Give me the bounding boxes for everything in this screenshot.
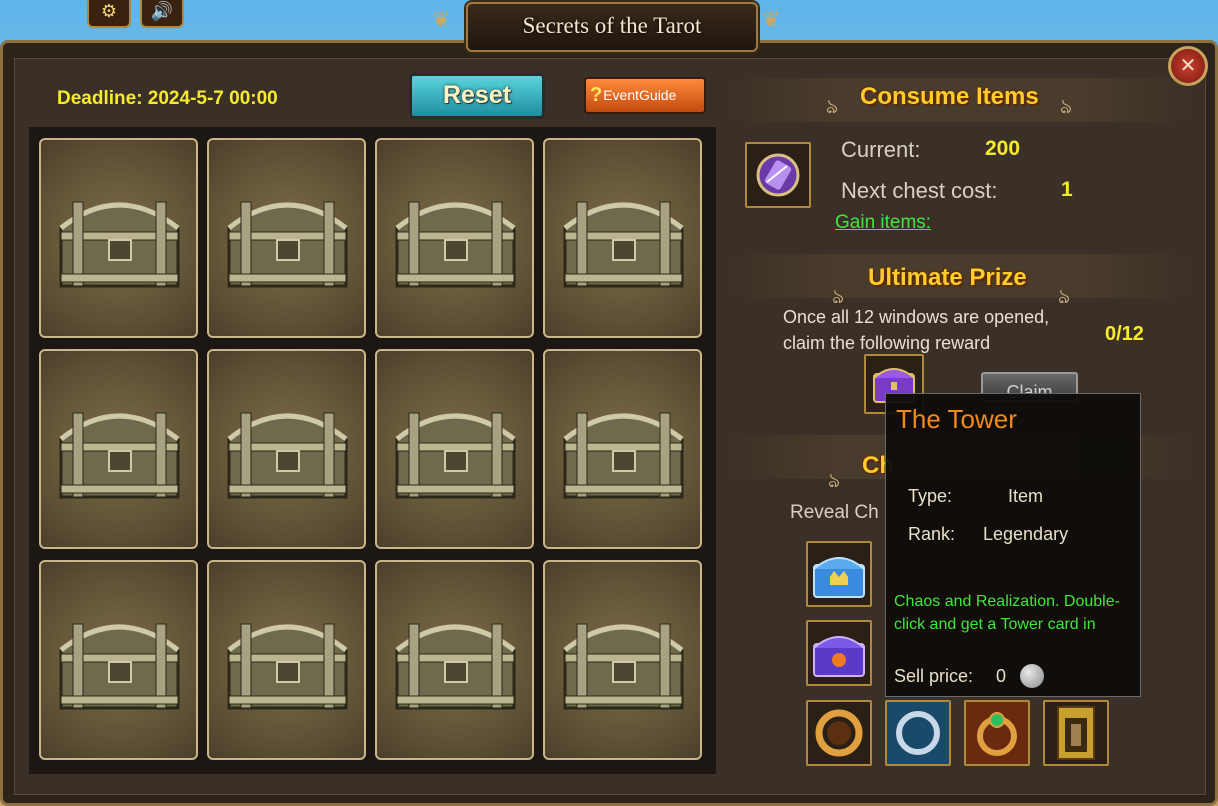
ultimate-progress: 0/12 bbox=[1105, 323, 1144, 345]
consume-title: Consume Items bbox=[860, 83, 1039, 110]
gear-icon: ⚙ bbox=[100, 1, 118, 22]
swirl-ornament: ঌ bbox=[828, 468, 841, 492]
current-label: Current: bbox=[841, 137, 921, 162]
reveal-text: Reveal Ch bbox=[790, 502, 879, 523]
window-title: Secrets of the Tarot bbox=[522, 13, 702, 38]
chest-window[interactable] bbox=[375, 349, 534, 549]
reset-button[interactable]: Reset bbox=[409, 73, 545, 119]
tooltip-rank-label: Rank: bbox=[908, 524, 956, 544]
tooltip-type-value: Item bbox=[1008, 486, 1044, 506]
chest-window[interactable] bbox=[543, 138, 702, 338]
consume-item-slot[interactable] bbox=[745, 142, 811, 208]
ultimate-description: Once all 12 windows are opened, claim th… bbox=[783, 307, 1050, 353]
closed-chest-icon bbox=[563, 623, 684, 710]
gem-ring-icon bbox=[966, 702, 1028, 764]
ultimate-title: Ultimate Prize bbox=[868, 264, 1027, 291]
closed-chest-icon bbox=[227, 201, 348, 288]
item-tooltip: The Tower Type: Item Rank: Legendary Cha… bbox=[885, 393, 1141, 697]
chest-window[interactable] bbox=[207, 560, 366, 760]
silver-ring-icon bbox=[887, 702, 949, 764]
closed-chest-icon bbox=[59, 623, 180, 710]
tarot-token-icon bbox=[756, 153, 800, 197]
chest-window[interactable] bbox=[39, 349, 198, 549]
speaker-icon: 🔊 bbox=[150, 1, 174, 22]
reward-slot[interactable] bbox=[964, 700, 1030, 766]
closed-chest-icon bbox=[59, 412, 180, 499]
gold-ring-icon bbox=[815, 709, 863, 757]
purple-star-chest-icon bbox=[813, 636, 865, 677]
next-cost-value: 1 bbox=[1061, 178, 1073, 201]
current-value: 200 bbox=[985, 137, 1021, 160]
chest-window[interactable] bbox=[543, 560, 702, 760]
tooltip-sell-value: 0 bbox=[996, 666, 1007, 686]
tooltip-rank-value: Legendary bbox=[983, 524, 1069, 544]
event-guide-label: EventGuide bbox=[603, 87, 677, 103]
closed-chest-icon bbox=[395, 412, 516, 499]
swirl-ornament: ঌ bbox=[826, 94, 839, 118]
chest-window[interactable] bbox=[39, 138, 198, 338]
chest-window[interactable] bbox=[207, 138, 366, 338]
deadline-text: Deadline: 2024-5-7 00:00 bbox=[57, 88, 278, 109]
close-icon: ✕ bbox=[1179, 53, 1197, 77]
chest-window[interactable] bbox=[207, 349, 366, 549]
blue-crown-chest-icon bbox=[813, 557, 865, 598]
next-cost-label: Next chest cost: bbox=[841, 178, 998, 203]
banner-ornament-left: ❦ bbox=[432, 8, 451, 33]
reward-slot[interactable] bbox=[806, 620, 872, 686]
sound-button[interactable]: 🔊 bbox=[140, 0, 184, 28]
banner-ornament-right: ❦ bbox=[762, 8, 781, 33]
silver-coin-icon bbox=[1020, 664, 1044, 688]
closed-chest-icon bbox=[59, 201, 180, 288]
reward-slot[interactable] bbox=[1043, 700, 1109, 766]
reward-slot[interactable] bbox=[885, 700, 951, 766]
event-guide-button[interactable]: ?EventGuide bbox=[584, 77, 706, 114]
chest-window[interactable] bbox=[375, 560, 534, 760]
closed-chest-icon bbox=[563, 201, 684, 288]
tower-card-icon bbox=[1057, 706, 1095, 760]
chest-grid bbox=[29, 127, 716, 774]
closed-chest-icon bbox=[227, 412, 348, 499]
title-banner: Secrets of the Tarot bbox=[466, 2, 758, 52]
chest-window[interactable] bbox=[375, 138, 534, 338]
question-icon: ? bbox=[590, 84, 603, 106]
reward-slot[interactable] bbox=[806, 541, 872, 607]
swirl-ornament: ঌ bbox=[1060, 94, 1073, 118]
closed-chest-icon bbox=[395, 201, 516, 288]
tooltip-type-label: Type: bbox=[908, 486, 953, 506]
closed-chest-icon bbox=[227, 623, 348, 710]
closed-chest-icon bbox=[395, 623, 516, 710]
tooltip-title: The Tower bbox=[896, 404, 1017, 434]
tooltip-description: Chaos and Realization. Double-click and … bbox=[894, 593, 1120, 633]
chest-window[interactable] bbox=[39, 560, 198, 760]
settings-button[interactable]: ⚙ bbox=[87, 0, 131, 28]
closed-chest-icon bbox=[563, 412, 684, 499]
reward-slot[interactable] bbox=[806, 700, 872, 766]
tooltip-sell-label: Sell price: bbox=[894, 666, 974, 686]
gain-items-link[interactable]: Gain items: bbox=[835, 212, 931, 234]
chest-window[interactable] bbox=[543, 349, 702, 549]
